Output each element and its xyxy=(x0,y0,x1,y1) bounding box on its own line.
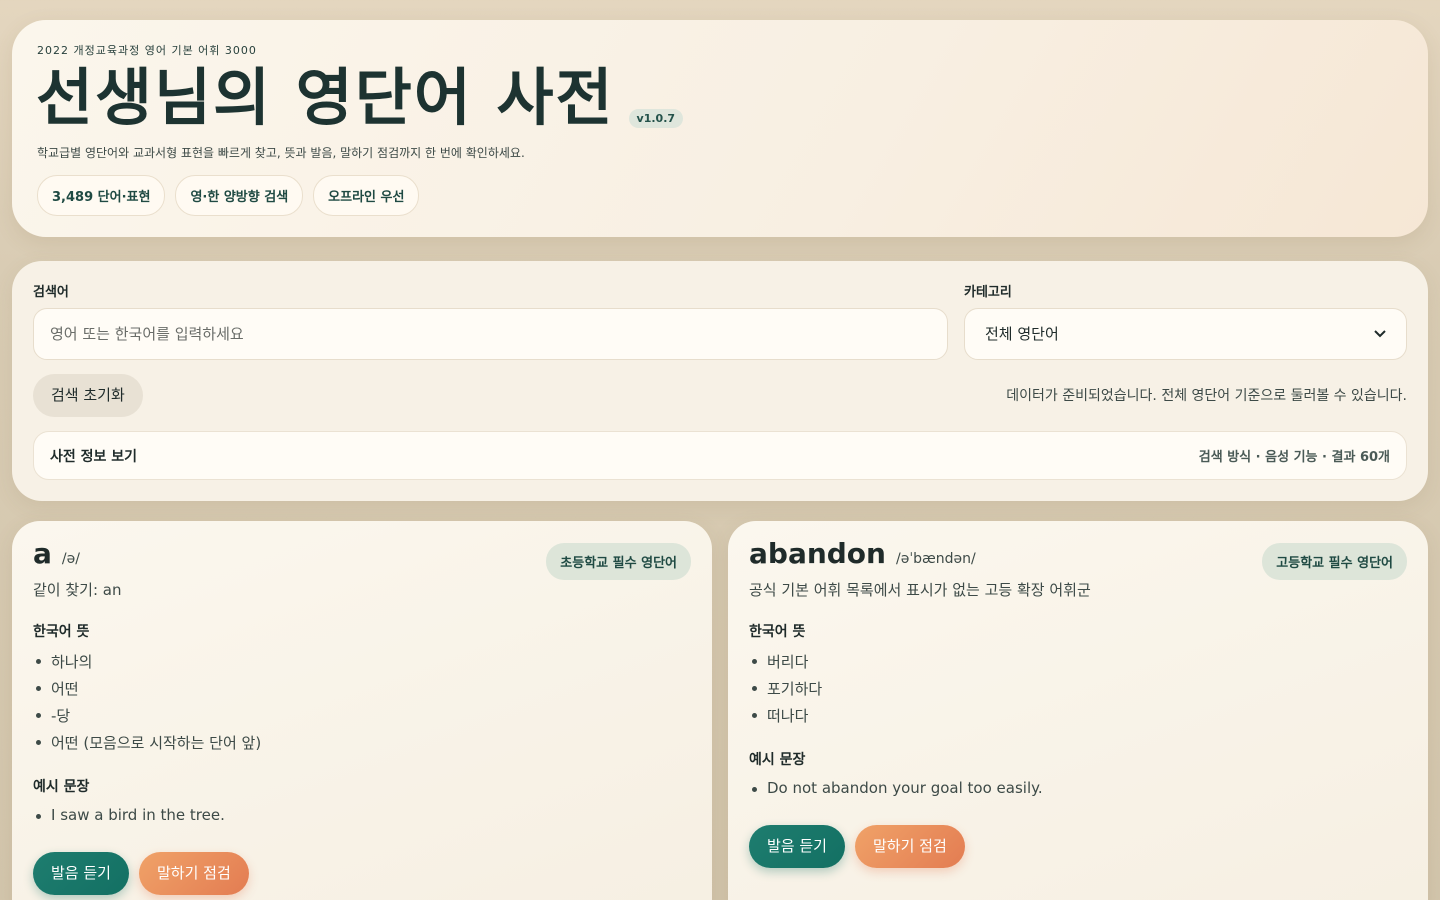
level-badge: 고등학교 필수 영단어 xyxy=(1262,543,1407,580)
hero-eyebrow: 2022 개정교육과정 영어 기본 어휘 3000 xyxy=(37,44,257,57)
search-panel: 검색어 영어 또는 한국어를 입력하세요 카테고리 전체 영단어 검색 초기화 … xyxy=(12,261,1428,501)
title-row: 선생님의 영단어 사전 v1.0.7 xyxy=(36,60,684,136)
word-pronunciation: /ə/ xyxy=(61,551,80,567)
meaning-item: 포기하다 xyxy=(751,678,822,705)
dictionary-info-toggle[interactable]: 사전 정보 보기 검색 방식 · 음성 기능 · 결과 60개 xyxy=(33,431,1407,480)
chip-offline-first: 오프라인 우선 xyxy=(313,175,420,216)
info-title: 사전 정보 보기 xyxy=(50,448,138,465)
hero-panel: 2022 개정교육과정 영어 기본 어휘 3000 선생님의 영단어 사전 v1… xyxy=(12,20,1428,237)
chip-bidirectional-search: 영·한 양방향 검색 xyxy=(175,175,304,216)
example-heading: 예시 문장 xyxy=(749,752,806,768)
meaning-list: 하나의 어떤 -당 어떤 (모음으로 시작하는 단어 앞) xyxy=(35,651,261,759)
speaking-check-button[interactable]: 말하기 점검 xyxy=(855,825,965,868)
meaning-item: 어떤 (모음으로 시작하는 단어 앞) xyxy=(35,732,261,759)
category-selected-value: 전체 영단어 xyxy=(985,325,1059,343)
chip-word-count: 3,489 단어·표현 xyxy=(37,175,166,216)
meaning-item: 떠나다 xyxy=(751,705,822,732)
example-list: Do not abandon your goal too easily. xyxy=(752,779,1043,806)
word-note: 공식 기본 어휘 목록에서 표시가 없는 고등 확장 어휘군 xyxy=(749,581,1091,599)
level-badge: 초등학교 필수 영단어 xyxy=(546,543,691,580)
meaning-heading: 한국어 뜻 xyxy=(749,624,806,640)
meaning-item: 어떤 xyxy=(35,678,261,705)
meaning-heading: 한국어 뜻 xyxy=(33,624,90,640)
example-item: I saw a bird in the tree. xyxy=(36,806,225,833)
search-input[interactable]: 영어 또는 한국어를 입력하세요 xyxy=(33,308,948,360)
search-query-label: 검색어 xyxy=(33,285,69,300)
listen-button[interactable]: 발음 듣기 xyxy=(33,852,129,895)
status-message: 데이터가 준비되었습니다. 전체 영단어 기준으로 둘러볼 수 있습니다. xyxy=(1006,388,1407,404)
version-badge: v1.0.7 xyxy=(628,109,684,128)
meaning-item: 하나의 xyxy=(35,651,261,678)
word-card: a /ə/ 초등학교 필수 영단어 같이 찾기: an 한국어 뜻 하나의 어떤… xyxy=(12,521,712,900)
page-title: 선생님의 영단어 사전 xyxy=(36,61,615,134)
example-list: I saw a bird in the tree. xyxy=(36,806,225,833)
info-meta: 검색 방식 · 음성 기능 · 결과 60개 xyxy=(1198,450,1390,465)
meaning-item: -당 xyxy=(35,705,261,732)
category-label: 카테고리 xyxy=(964,285,1012,300)
related-words: 같이 찾기: an xyxy=(33,581,122,599)
word-card: abandon /əˈbændən/ 고등학교 필수 영단어 공식 기본 어휘 … xyxy=(728,521,1428,900)
word-text: abandon xyxy=(749,537,886,570)
meaning-item: 버리다 xyxy=(751,651,822,678)
meaning-list: 버리다 포기하다 떠나다 xyxy=(751,651,822,732)
hero-subtitle: 학교급별 영단어와 교과서형 표현을 빠르게 찾고, 뜻과 발음, 말하기 점검… xyxy=(37,146,525,160)
speaking-check-button[interactable]: 말하기 점검 xyxy=(139,852,249,895)
word-text: a xyxy=(33,537,52,570)
example-heading: 예시 문장 xyxy=(33,779,90,795)
word-pronunciation: /əˈbændən/ xyxy=(895,551,976,567)
feature-chips: 3,489 단어·표현 영·한 양방향 검색 오프라인 우선 xyxy=(37,175,420,216)
listen-button[interactable]: 발음 듣기 xyxy=(749,825,845,868)
reset-search-button[interactable]: 검색 초기화 xyxy=(33,374,143,417)
word-heading: a /ə/ xyxy=(33,537,80,570)
word-heading: abandon /əˈbændən/ xyxy=(749,537,976,570)
category-select[interactable]: 전체 영단어 xyxy=(964,308,1407,360)
chevron-down-icon xyxy=(1374,309,1386,359)
example-item: Do not abandon your goal too easily. xyxy=(752,779,1043,806)
